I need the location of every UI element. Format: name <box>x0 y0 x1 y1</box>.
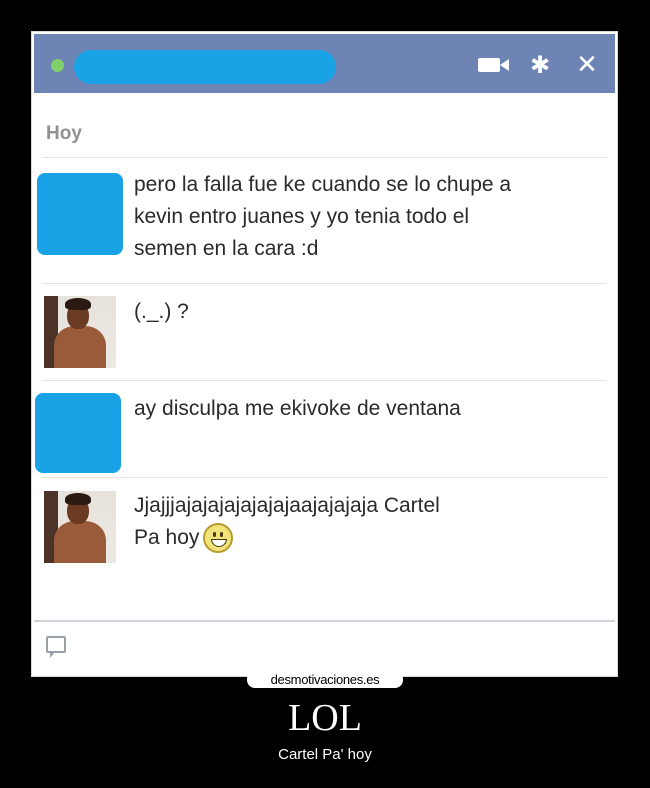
message-line: semen en la cara :d <box>134 237 319 260</box>
message-line: Jjajjjajajajajajajajaajajajaja Cartel <box>134 494 440 517</box>
divider <box>42 157 607 158</box>
message-text: Jjajjjajajajajajajajaajajajaja Cartel Pa… <box>134 490 440 554</box>
avatar[interactable] <box>44 491 116 563</box>
day-label: Hoy <box>46 123 82 144</box>
contact-name-redacted <box>74 50 336 84</box>
message-line: pero la falla fue ke cuando se lo chupe … <box>134 173 512 196</box>
poster-title: LOL <box>288 697 362 739</box>
chat-header[interactable]: ✱ ✕ <box>34 34 615 93</box>
online-status-icon <box>51 59 64 72</box>
gear-icon[interactable]: ✱ <box>523 48 557 82</box>
message-line: (._.) ? <box>134 300 189 323</box>
message-input[interactable] <box>34 620 615 674</box>
message-text: (._.) ? <box>134 296 189 328</box>
smiley-emoticon-icon <box>203 523 234 554</box>
watermark: desmotivaciones.es <box>247 671 403 688</box>
video-camera-icon[interactable] <box>472 48 509 82</box>
chat-window: ✱ ✕ Hoy pero la falla fue ke cuando se l… <box>31 31 618 677</box>
chat-messages: Hoy pero la falla fue ke cuando se lo ch… <box>34 93 615 620</box>
close-icon[interactable]: ✕ <box>570 48 604 82</box>
message-text: pero la falla fue ke cuando se lo chupe … <box>134 169 511 265</box>
poster-caption: Cartel Pa' hoy <box>278 746 372 763</box>
avatar-redacted[interactable] <box>37 173 123 255</box>
avatar-redacted[interactable] <box>35 393 121 473</box>
message-line: Pa hoy <box>134 522 440 554</box>
divider <box>42 283 607 284</box>
divider <box>42 380 607 381</box>
avatar[interactable] <box>44 296 116 368</box>
message-line: kevin entro juanes y yo tenia todo el <box>134 205 470 228</box>
message-line: ay disculpa me ekivoke de ventana <box>134 397 461 420</box>
message-text: ay disculpa me ekivoke de ventana <box>134 393 461 425</box>
divider <box>42 477 607 478</box>
speech-bubble-icon <box>46 636 66 658</box>
message-line-text: Pa hoy <box>134 526 200 549</box>
